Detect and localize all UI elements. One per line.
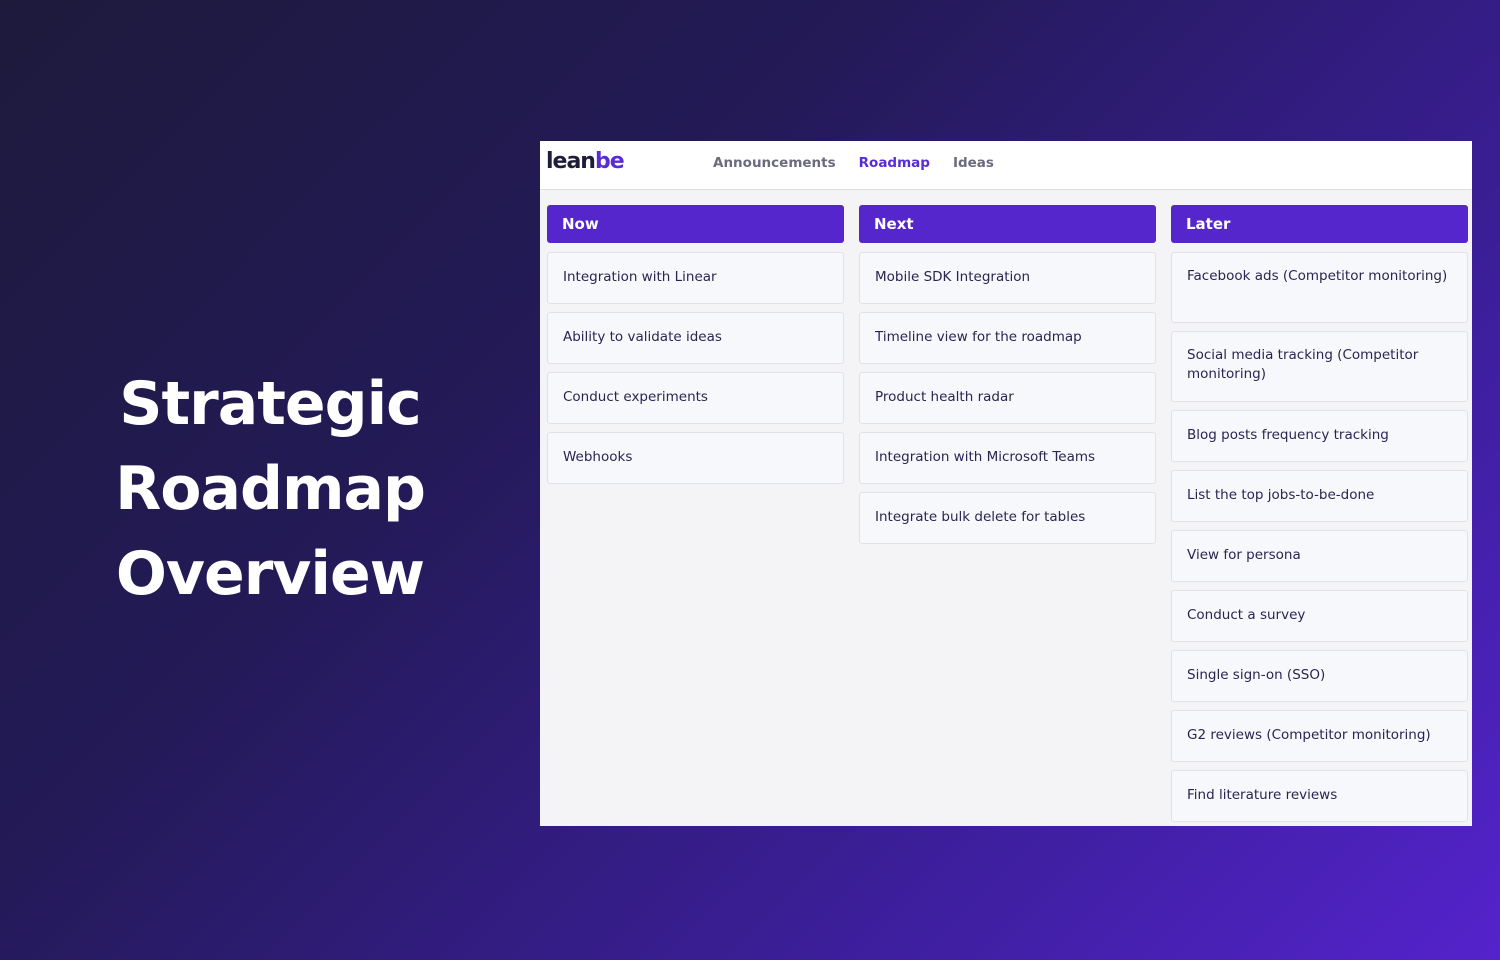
logo-text-suffix: be [594,149,625,174]
hero-title-line: Strategic [119,369,421,439]
top-navigation-bar: leanbe Announcements Roadmap Ideas [540,141,1472,190]
roadmap-card[interactable]: Social media tracking (Competitor monito… [1171,331,1468,402]
roadmap-card[interactable]: List the top jobs-to-be-done [1171,470,1468,522]
hero-title-line: Roadmap [115,454,426,524]
roadmap-card[interactable]: Mobile SDK Integration [859,252,1156,304]
roadmap-card[interactable]: G2 reviews (Competitor monitoring) [1171,710,1468,762]
column-header-later: Later [1171,205,1468,243]
column-next: Next Mobile SDK Integration Timeline vie… [859,205,1156,826]
roadmap-card[interactable]: Integrate bulk delete for tables [859,492,1156,544]
roadmap-card[interactable]: Webhooks [547,432,844,484]
hero-title: Strategic Roadmap Overview [70,362,470,617]
nav-tab-roadmap[interactable]: Roadmap [859,155,930,171]
roadmap-card[interactable]: Integration with Linear [547,252,844,304]
roadmap-card[interactable]: Integration with Microsoft Teams [859,432,1156,484]
logo-text-prefix: lean [546,149,596,174]
roadmap-card[interactable]: Timeline view for the roadmap [859,312,1156,364]
roadmap-card[interactable]: Conduct a survey [1171,590,1468,642]
nav-tab-ideas[interactable]: Ideas [953,155,994,171]
roadmap-board: Now Integration with Linear Ability to v… [547,205,1468,826]
nav-tab-announcements[interactable]: Announcements [713,155,836,171]
hero-title-line: Overview [115,539,425,609]
column-later: Later Facebook ads (Competitor monitorin… [1171,205,1468,826]
roadmap-card[interactable]: Facebook ads (Competitor monitoring) [1171,252,1468,323]
roadmap-card[interactable]: Single sign-on (SSO) [1171,650,1468,702]
leanbe-logo[interactable]: leanbe [546,149,625,174]
roadmap-app-window: leanbe Announcements Roadmap Ideas Now I… [540,141,1472,826]
column-now: Now Integration with Linear Ability to v… [547,205,844,826]
roadmap-card[interactable]: Product health radar [859,372,1156,424]
roadmap-card[interactable]: Blog posts frequency tracking [1171,410,1468,462]
roadmap-card[interactable]: View for persona [1171,530,1468,582]
roadmap-card[interactable]: Ability to validate ideas [547,312,844,364]
roadmap-card[interactable]: Conduct experiments [547,372,844,424]
column-header-next: Next [859,205,1156,243]
column-header-now: Now [547,205,844,243]
roadmap-card[interactable]: Find literature reviews [1171,770,1468,822]
main-nav: Announcements Roadmap Ideas [713,155,994,171]
